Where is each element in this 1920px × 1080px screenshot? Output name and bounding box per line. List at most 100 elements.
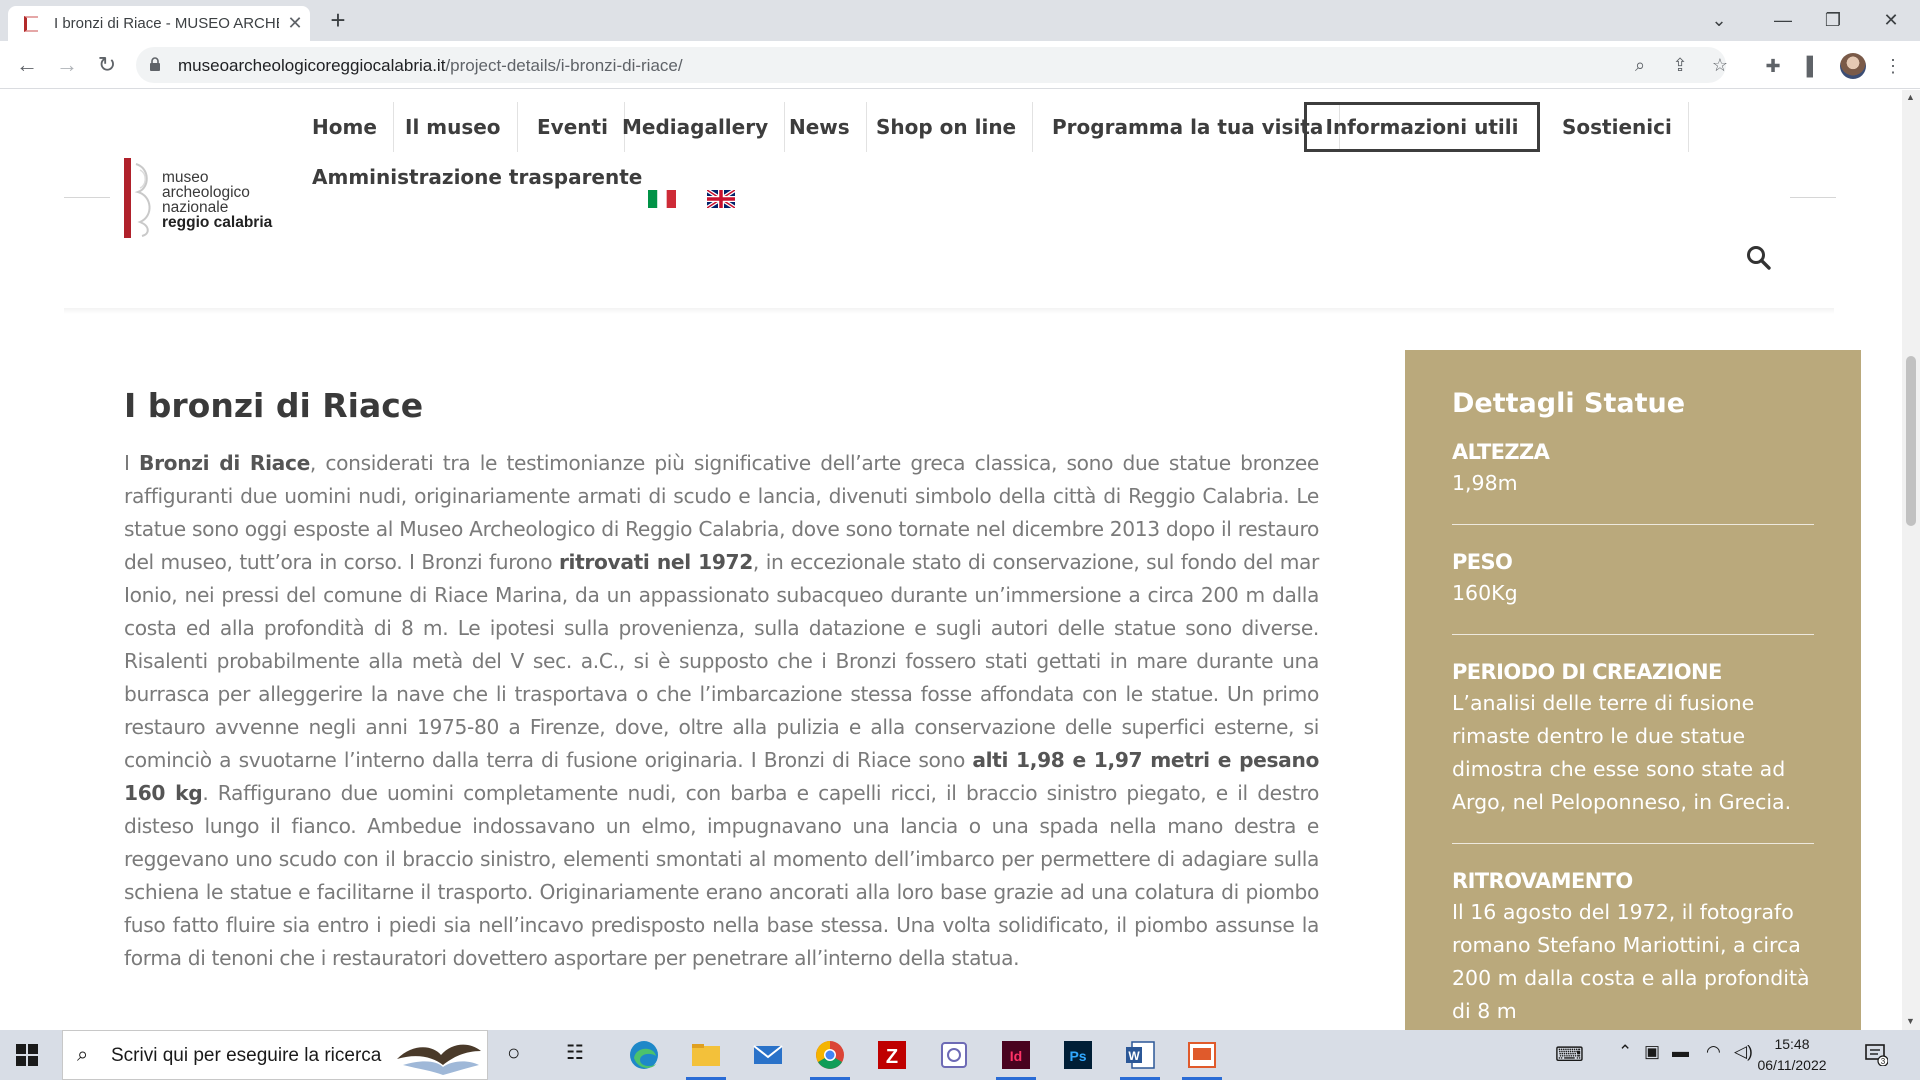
lock-icon	[150, 57, 160, 71]
logo-mark-icon	[124, 158, 151, 238]
network-icon[interactable]: ◠	[1706, 1042, 1721, 1062]
word-taskbar-icon[interactable]: W	[1120, 1038, 1160, 1080]
detail-label: PESO	[1452, 550, 1513, 574]
cortana-icon[interactable]: ○	[507, 1040, 520, 1066]
browser-toolbar: ← → ↻ museoarcheologicoreggiocalabria.it…	[0, 41, 1920, 89]
svg-text:Id: Id	[1010, 1048, 1022, 1064]
battery-icon[interactable]: ▬	[1672, 1042, 1689, 1062]
new-tab-icon[interactable]: +	[324, 7, 352, 35]
address-bar[interactable]: museoarcheologicoreggiocalabria.it/proje…	[136, 47, 1728, 83]
filezilla-taskbar-icon[interactable]: Z	[874, 1038, 910, 1072]
menu-item-news[interactable]: News	[773, 102, 867, 152]
clock-time: 15:48	[1774, 1036, 1810, 1052]
volume-icon[interactable]: ◁)	[1734, 1042, 1753, 1062]
detail-altezza: ALTEZZA 1,98m	[1452, 437, 1814, 525]
file-explorer-taskbar-icon[interactable]	[686, 1038, 726, 1080]
keyboard-icon[interactable]: ⌨	[1555, 1042, 1584, 1067]
detail-value: 160Kg	[1452, 581, 1518, 605]
tab-title: I bronzi di Riace - MUSEO ARCHEOLOGICO	[54, 15, 279, 32]
museum-logo[interactable]: museo archeologico nazionale reggio cala…	[124, 158, 284, 238]
mail-taskbar-icon[interactable]	[750, 1038, 786, 1072]
body-bold-bronzi: Bronzi di Riace	[139, 451, 310, 475]
logo-text: museo archeologico nazionale reggio cala…	[162, 169, 273, 231]
taskbar-search-box[interactable]: ⌕ Scrivi qui per eseguire la ricerca	[62, 1030, 488, 1080]
logo-line-museo: museo	[162, 169, 209, 186]
minimize-icon[interactable]: —	[1760, 6, 1806, 34]
notifications-icon[interactable]: 3	[1864, 1042, 1888, 1066]
menu-item-informazioni-utili[interactable]: Informazioni utili	[1304, 102, 1540, 152]
extensions-icon[interactable]: ✚	[1760, 53, 1786, 79]
menu-dots-icon[interactable]: ⋮	[1880, 53, 1906, 79]
detail-value: Il 16 agosto del 1972, il fotografo roma…	[1452, 900, 1810, 1023]
article-title: I bronzi di Riace	[124, 386, 424, 425]
presentation-taskbar-icon[interactable]	[1182, 1038, 1222, 1080]
detail-periodo: PERIODO DI CREAZIONE L’analisi delle ter…	[1452, 657, 1814, 844]
italian-flag-icon[interactable]	[648, 190, 676, 208]
notification-count: 3	[1881, 1057, 1886, 1066]
zoom-icon[interactable]: ⌕	[1628, 53, 1652, 77]
menu-item-shop-online[interactable]: Shop on line	[860, 102, 1034, 152]
tab-search-icon[interactable]: ⌄	[1696, 6, 1742, 34]
browser-tab[interactable]: I bronzi di Riace - MUSEO ARCHEOLOGICO ✕	[8, 6, 310, 41]
tab-close-icon[interactable]: ✕	[284, 12, 306, 34]
panel-title: Dettagli Statue	[1452, 388, 1686, 419]
windows-start-icon[interactable]	[16, 1044, 38, 1066]
article-body: I Bronzi di Riace, considerati tra le te…	[124, 447, 1319, 975]
bookmark-star-icon[interactable]: ☆	[1708, 53, 1732, 77]
body-bold-ritrovati: ritrovati nel 1972	[558, 550, 753, 574]
edge-taskbar-icon[interactable]	[626, 1038, 662, 1072]
menu-item-home[interactable]: Home	[296, 102, 394, 152]
site-favicon-icon	[24, 16, 38, 32]
detail-peso: PESO 160Kg	[1452, 547, 1814, 635]
scroll-up-arrow-icon[interactable]: ▲	[1906, 92, 1915, 102]
profile-avatar[interactable]	[1840, 53, 1866, 79]
menu-item-amministrazione-trasparente[interactable]: Amministrazione trasparente	[312, 152, 642, 202]
task-view-icon[interactable]: ☷	[566, 1040, 584, 1065]
restore-icon[interactable]: ❐	[1810, 6, 1856, 34]
detail-value: 1,98m	[1452, 471, 1518, 495]
scroll-down-arrow-icon[interactable]: ▼	[1906, 1016, 1915, 1026]
back-arrow-icon[interactable]: ←	[12, 50, 42, 80]
menu-item-mediagallery[interactable]: Mediagallery	[606, 102, 786, 152]
detail-label: ALTEZZA	[1452, 440, 1550, 464]
menu-item-programma-visita[interactable]: Programma la tua visita	[1036, 102, 1341, 152]
scroll-thumb[interactable]	[1906, 356, 1916, 526]
clock-date: 06/11/2022	[1757, 1057, 1827, 1073]
side-panel-icon[interactable]: ▌	[1800, 53, 1826, 79]
app-taskbar-icon[interactable]	[936, 1038, 972, 1072]
detail-label: PERIODO DI CREAZIONE	[1452, 660, 1722, 684]
search-placeholder: Scrivi qui per eseguire la ricerca	[111, 1045, 382, 1066]
taskbar-clock[interactable]: 15:48 06/11/2022	[1752, 1034, 1832, 1076]
detail-label: RITROVAMENTO	[1452, 869, 1633, 893]
search-highlight-bird-icon	[397, 1044, 481, 1075]
reload-icon[interactable]: ↻	[92, 50, 122, 80]
close-window-icon[interactable]: ✕	[1868, 6, 1914, 34]
body-text: . Raffigurano due uomini completamente n…	[124, 781, 1319, 970]
menu-item-il-museo[interactable]: Il museo	[389, 102, 518, 152]
site-search-icon[interactable]	[1746, 245, 1772, 271]
header-divider-left	[64, 197, 110, 198]
search-icon: ⌕	[77, 1044, 89, 1066]
share-icon[interactable]: ⇪	[1668, 53, 1692, 77]
url-host: museoarcheologicoreggiocalabria.it	[178, 56, 446, 75]
forward-arrow-icon[interactable]: →	[52, 50, 82, 80]
tab-strip: I bronzi di Riace - MUSEO ARCHEOLOGICO ✕…	[0, 0, 1920, 41]
detail-ritrovamento: RITROVAMENTO Il 16 agosto del 1972, il f…	[1452, 866, 1814, 1030]
page-scrollbar[interactable]: ▲ ▼	[1902, 90, 1920, 1030]
url-text[interactable]: museoarcheologicoreggiocalabria.it/proje…	[178, 56, 683, 76]
statue-details-panel: Dettagli Statue ALTEZZA 1,98m PESO 160Kg…	[1405, 350, 1861, 1030]
logo-line-city: reggio calabria	[162, 214, 273, 231]
uk-flag-icon[interactable]	[707, 190, 735, 208]
chrome-taskbar-icon[interactable]	[810, 1038, 850, 1080]
show-hidden-icons-chevron-icon[interactable]: ⌃	[1618, 1042, 1632, 1062]
header-divider-right	[1790, 197, 1836, 198]
menu-item-sostienici[interactable]: Sostienici	[1546, 102, 1689, 152]
device-icon[interactable]: ▣	[1644, 1042, 1660, 1062]
svg-text:Z: Z	[886, 1046, 898, 1068]
svg-text:Ps: Ps	[1069, 1048, 1086, 1064]
indesign-taskbar-icon[interactable]: Id	[996, 1038, 1036, 1080]
svg-text:W: W	[1128, 1049, 1140, 1063]
photoshop-taskbar-icon[interactable]: Ps	[1060, 1038, 1096, 1072]
detail-value: L’analisi delle terre di fusione rimaste…	[1452, 691, 1792, 814]
body-text: I	[124, 451, 140, 475]
